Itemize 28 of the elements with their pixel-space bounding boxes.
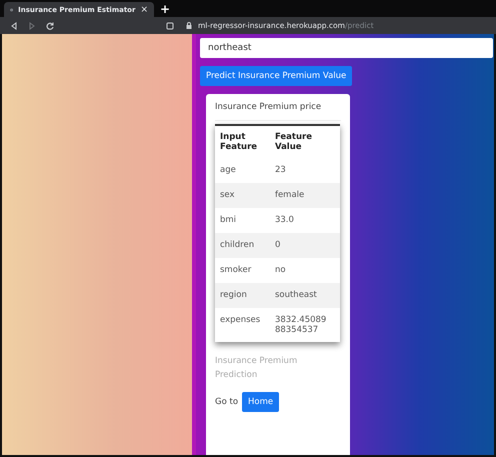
table-cell: region xyxy=(215,283,270,308)
table-cell: smoker xyxy=(215,258,270,283)
table-cell: expenses xyxy=(215,308,270,342)
prediction-label: Insurance Premium Prediction xyxy=(215,355,298,382)
table-cell: bmi xyxy=(215,208,270,233)
table-cell: 23 xyxy=(270,158,340,183)
table-cell: female xyxy=(270,183,340,208)
table-cell: no xyxy=(270,258,340,283)
reload-button[interactable] xyxy=(46,22,54,30)
table-cell: age xyxy=(215,158,270,183)
region-field[interactable]: northeast xyxy=(200,38,493,58)
column-header: Input Feature xyxy=(215,125,270,158)
table-cell: 3832.45089 88354537 xyxy=(270,308,340,342)
table-cell: 0 xyxy=(270,233,340,258)
footer-text: Go to xyxy=(215,397,238,407)
predict-button[interactable]: Predict Insurance Premium Value xyxy=(200,66,352,86)
table-cell: sex xyxy=(215,183,270,208)
column-header: Feature Value xyxy=(270,125,340,158)
lock-icon xyxy=(186,22,192,29)
new-tab-button[interactable]: + xyxy=(160,2,170,17)
table-cell: 33.0 xyxy=(270,208,340,233)
card-title: Insurance Premium price xyxy=(215,102,341,121)
bookmark-icon[interactable] xyxy=(166,22,174,30)
home-button[interactable]: Home xyxy=(242,392,280,412)
table-cell: children xyxy=(215,233,270,258)
back-button[interactable] xyxy=(10,22,18,30)
close-tab-button[interactable]: × xyxy=(140,4,148,14)
table-cell: southeast xyxy=(270,283,340,308)
